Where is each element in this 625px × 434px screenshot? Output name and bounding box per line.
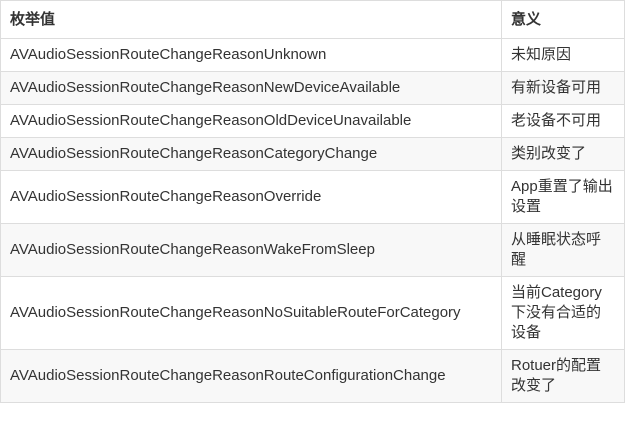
enum-name-cell: AVAudioSessionRouteChangeReasonOverride [0, 170, 502, 224]
meaning-cell: 老设备不可用 [501, 104, 625, 138]
meaning-cell: 当前Category下没有合适的设备 [501, 276, 625, 350]
enum-name-cell: AVAudioSessionRouteChangeReasonCategoryC… [0, 137, 502, 171]
enum-name-cell: AVAudioSessionRouteChangeReasonUnknown [0, 38, 502, 72]
meaning-cell: 未知原因 [501, 38, 625, 72]
enum-name-cell: AVAudioSessionRouteChangeReasonRouteConf… [0, 349, 502, 403]
enum-name-cell: AVAudioSessionRouteChangeReasonNoSuitabl… [0, 276, 502, 350]
table-row: AVAudioSessionRouteChangeReasonRouteConf… [0, 349, 625, 403]
table-row: AVAudioSessionRouteChangeReasonUnknown 未… [0, 38, 625, 72]
meaning-cell: App重置了输出设置 [501, 170, 625, 224]
table-row: AVAudioSessionRouteChangeReasonWakeFromS… [0, 223, 625, 277]
header-row: 枚举值 意义 [0, 0, 625, 39]
meaning-cell: 从睡眠状态呼醒 [501, 223, 625, 277]
header-enum-value: 枚举值 [0, 0, 502, 39]
table-row: AVAudioSessionRouteChangeReasonNoSuitabl… [0, 276, 625, 350]
table-row: AVAudioSessionRouteChangeReasonNewDevice… [0, 71, 625, 105]
meaning-cell: 有新设备可用 [501, 71, 625, 105]
enum-table: 枚举值 意义 AVAudioSessionRouteChangeReasonUn… [0, 0, 625, 403]
table-body: AVAudioSessionRouteChangeReasonUnknown 未… [0, 38, 625, 403]
enum-name-cell: AVAudioSessionRouteChangeReasonNewDevice… [0, 71, 502, 105]
table-header: 枚举值 意义 [0, 0, 625, 39]
header-meaning: 意义 [501, 0, 625, 39]
enum-name-cell: AVAudioSessionRouteChangeReasonWakeFromS… [0, 223, 502, 277]
table-row: AVAudioSessionRouteChangeReasonOldDevice… [0, 104, 625, 138]
meaning-cell: 类别改变了 [501, 137, 625, 171]
enum-name-cell: AVAudioSessionRouteChangeReasonOldDevice… [0, 104, 502, 138]
meaning-cell: Rotuer的配置改变了 [501, 349, 625, 403]
table-row: AVAudioSessionRouteChangeReasonOverride … [0, 170, 625, 224]
table-row: AVAudioSessionRouteChangeReasonCategoryC… [0, 137, 625, 171]
